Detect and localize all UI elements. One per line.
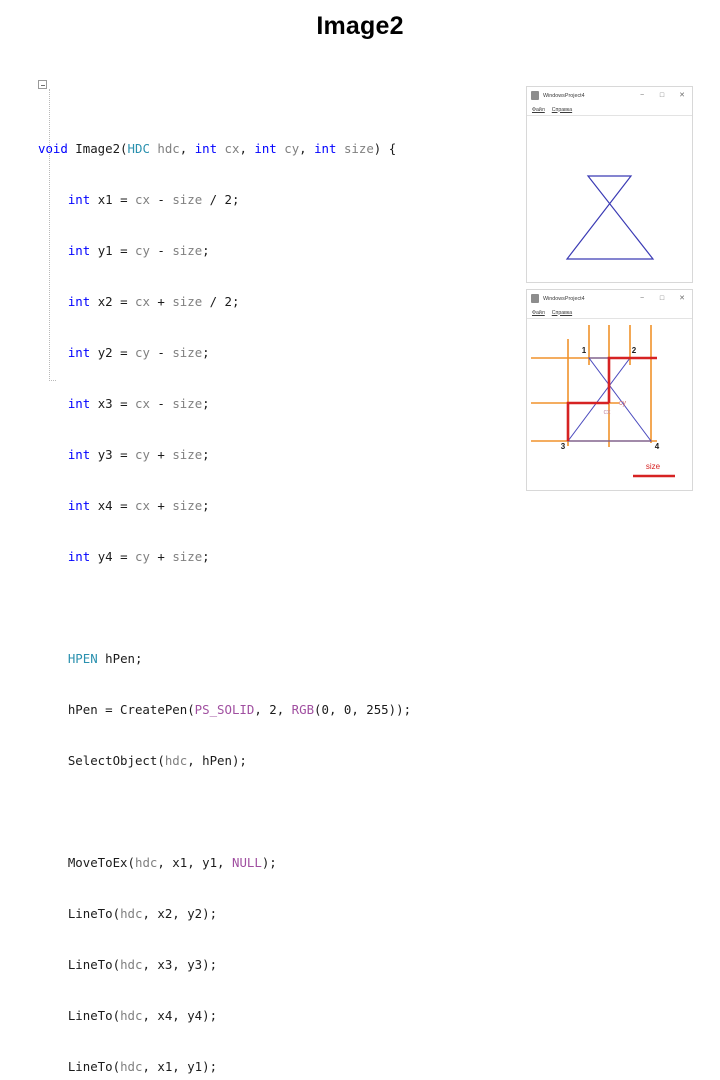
window-program-output[interactable]: WindowsProject4 − □ ✕ Файл Справка	[526, 86, 693, 283]
guide-lines-horizontal	[531, 357, 657, 442]
menu-item-file[interactable]: Файл	[532, 107, 545, 113]
menu-item-file[interactable]: Файл	[532, 310, 545, 316]
code-lines: void Image2(HDC hdc, int cx, int cy, int…	[38, 106, 488, 1080]
code-line: int x1 = cx - size / 2;	[67, 192, 240, 207]
maximize-icon[interactable]: □	[652, 291, 672, 306]
window-menubar[interactable]: Файл Справка	[527, 104, 692, 116]
code-line: int x2 = cx + size / 2;	[67, 294, 240, 309]
window-annotated-diagram[interactable]: WindowsProject4 − □ ✕ Файл Справка 1 2 3…	[526, 289, 693, 491]
bowtie-shape-svg	[565, 175, 655, 260]
code-line: LineTo(hdc, x4, y4);	[38, 1008, 218, 1023]
diagram-canvas: 1 2 3 4 cy cx size	[527, 319, 692, 490]
code-line: LineTo(hdc, x2, y2);	[38, 906, 218, 921]
minimize-icon[interactable]: −	[632, 88, 652, 103]
code-line: LineTo(hdc, x1, y1);	[38, 1059, 218, 1074]
code-line: LineTo(hdc, x3, y3);	[38, 957, 218, 972]
window-titlebar[interactable]: WindowsProject4 − □ ✕	[527, 290, 692, 307]
corner-label-3: 3	[561, 442, 566, 451]
maximize-icon[interactable]: □	[652, 88, 672, 103]
diagram-svg: 1 2 3 4 cy cx size	[531, 325, 675, 478]
legend-size-label: size	[646, 462, 661, 471]
menu-item-help[interactable]: Справка	[552, 310, 572, 316]
corner-label-4: 4	[655, 442, 660, 451]
app-icon	[531, 294, 539, 303]
app-icon	[531, 91, 539, 100]
code-line: int y4 = cy + size;	[67, 549, 210, 564]
code-line: HPEN hPen;	[67, 651, 143, 666]
label-cx: cx	[604, 409, 612, 416]
code-line: int x4 = cx + size;	[67, 498, 210, 513]
code-line: int y3 = cy + size;	[67, 447, 210, 462]
menu-item-help[interactable]: Справка	[552, 107, 572, 113]
corner-label-2: 2	[632, 346, 637, 355]
code-listing: void Image2(HDC hdc, int cx, int cy, int…	[38, 72, 488, 1080]
close-icon[interactable]: ✕	[672, 88, 692, 103]
window-title-text: WindowsProject4	[543, 92, 585, 99]
close-icon[interactable]: ✕	[672, 291, 692, 306]
size-highlight-up-right	[607, 356, 657, 403]
page-title: Image2	[316, 12, 404, 40]
window-titlebar[interactable]: WindowsProject4 − □ ✕	[527, 87, 692, 104]
code-line: SelectObject(hdc, hPen);	[38, 753, 247, 768]
code-line: int x3 = cx - size;	[67, 396, 210, 411]
window-controls: − □ ✕	[632, 291, 692, 306]
window-controls: − □ ✕	[632, 88, 692, 103]
code-line: int y1 = cy - size;	[67, 243, 210, 258]
corner-label-1: 1	[582, 346, 587, 355]
bowtie-outline	[565, 175, 655, 260]
minimize-icon[interactable]: −	[632, 291, 652, 306]
code-line: hPen = CreatePen(PS_SOLID, 2, RGB(0, 0, …	[38, 702, 412, 717]
output-canvas	[527, 116, 692, 282]
code-line: void Image2(HDC hdc, int cx, int cy, int…	[38, 141, 397, 156]
window-title-text: WindowsProject4	[543, 295, 585, 302]
size-highlight-paths	[566, 356, 657, 441]
window-menubar[interactable]: Файл Справка	[527, 307, 692, 319]
code-line: MoveToEx(hdc, x1, y1, NULL);	[38, 855, 277, 870]
code-line: int y2 = cy - size;	[67, 345, 210, 360]
label-cy: cy	[619, 400, 627, 407]
